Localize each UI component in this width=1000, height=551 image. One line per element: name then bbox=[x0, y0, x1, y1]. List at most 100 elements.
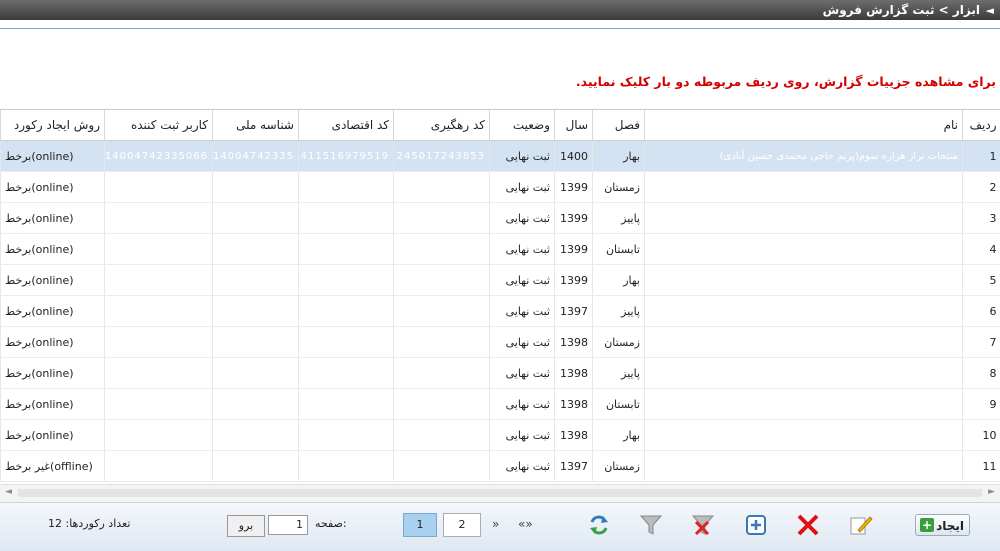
column-header-row-number[interactable]: ردیف bbox=[963, 110, 1000, 141]
cell-user bbox=[105, 327, 213, 358]
cell-national-id bbox=[213, 327, 299, 358]
cell-name bbox=[645, 265, 963, 296]
table-row[interactable]: 11زمستان1397ثبت نهایی(offline)غیر برخط bbox=[1, 451, 1000, 482]
cell-year: 1399 bbox=[555, 172, 593, 203]
cell-user bbox=[105, 389, 213, 420]
cell-year: 1398 bbox=[555, 389, 593, 420]
cell-status: ثبت نهایی bbox=[490, 327, 555, 358]
table-row[interactable]: 10بهار1398ثبت نهایی(online)برخط bbox=[1, 420, 1000, 451]
edit-icon[interactable] bbox=[848, 512, 874, 538]
add-icon[interactable] bbox=[743, 512, 769, 538]
cell-tracking-code: 245017243853 bbox=[394, 141, 490, 172]
scroll-thumb[interactable] bbox=[18, 489, 982, 497]
cell-national-id bbox=[213, 296, 299, 327]
cell-user bbox=[105, 172, 213, 203]
table-row[interactable]: 8پاییز1398ثبت نهایی(online)برخط bbox=[1, 358, 1000, 389]
cell-season: تابستان bbox=[593, 389, 645, 420]
cell-status: ثبت نهایی bbox=[490, 203, 555, 234]
cell-user: 14004742335066 bbox=[105, 141, 213, 172]
cell-status: ثبت نهایی bbox=[490, 141, 555, 172]
cell-tracking-code bbox=[394, 203, 490, 234]
prev-page-icon[interactable]: » bbox=[492, 517, 499, 531]
page-number-input[interactable]: 1 bbox=[268, 515, 308, 535]
cell-status: ثبت نهایی bbox=[490, 451, 555, 482]
scroll-right-icon[interactable]: ► bbox=[988, 487, 995, 497]
cell-creation-method: (online)برخط bbox=[1, 172, 105, 203]
cell-national-id bbox=[213, 451, 299, 482]
cell-year: 1397 bbox=[555, 296, 593, 327]
cell-user bbox=[105, 358, 213, 389]
cell-row-number: 3 bbox=[963, 203, 1000, 234]
page-title: ابزار > ثبت گزارش فروش bbox=[823, 3, 980, 17]
column-header-user[interactable]: کاربر ثبت کننده bbox=[105, 110, 213, 141]
cell-season: پاییز bbox=[593, 296, 645, 327]
cell-row-number: 10 bbox=[963, 420, 1000, 451]
column-header-tracking-code[interactable]: کد رهگیری bbox=[394, 110, 490, 141]
cell-year: 1399 bbox=[555, 203, 593, 234]
cell-row-number: 7 bbox=[963, 327, 1000, 358]
create-button[interactable]: ایجاد + bbox=[915, 514, 970, 536]
cell-name bbox=[645, 234, 963, 265]
column-header-status[interactable]: وضعیت bbox=[490, 110, 555, 141]
cell-national-id bbox=[213, 234, 299, 265]
cell-national-id bbox=[213, 203, 299, 234]
cell-national-id: 14004742335 bbox=[213, 141, 299, 172]
cell-season: بهار bbox=[593, 141, 645, 172]
cell-name bbox=[645, 420, 963, 451]
table-row[interactable]: 9تابستان1398ثبت نهایی(online)برخط bbox=[1, 389, 1000, 420]
column-header-national-id[interactable]: شناسه ملی bbox=[213, 110, 299, 141]
column-header-year[interactable]: سال bbox=[555, 110, 593, 141]
create-button-label: ایجاد bbox=[936, 519, 964, 533]
table-header-row: ردیف نام فصل سال وضعیت کد رهگیری کد اقتص… bbox=[1, 110, 1000, 141]
cell-economic-code bbox=[299, 265, 394, 296]
column-header-season[interactable]: فصل bbox=[593, 110, 645, 141]
cell-user bbox=[105, 203, 213, 234]
cell-user bbox=[105, 296, 213, 327]
table-row[interactable]: 2زمستان1399ثبت نهایی(online)برخط bbox=[1, 172, 1000, 203]
cell-tracking-code bbox=[394, 172, 490, 203]
cell-economic-code bbox=[299, 420, 394, 451]
cell-creation-method: (online)برخط bbox=[1, 358, 105, 389]
cell-name bbox=[645, 389, 963, 420]
cell-year: 1398 bbox=[555, 358, 593, 389]
first-page-icon[interactable]: «» bbox=[518, 517, 533, 531]
horizontal-scrollbar[interactable]: ◄ ► bbox=[0, 484, 1000, 502]
clear-filter-icon[interactable] bbox=[690, 512, 716, 538]
table-row[interactable]: 1منتجات تراز هزاره سوم(پرنم حاجی محمدی ح… bbox=[1, 141, 1000, 172]
cell-creation-method: (online)برخط bbox=[1, 296, 105, 327]
cell-name: منتجات تراز هزاره سوم(پرنم حاجی محمدی حس… bbox=[645, 141, 963, 172]
cell-creation-method: (online)برخط bbox=[1, 327, 105, 358]
table-row[interactable]: 4تابستان1399ثبت نهایی(online)برخط bbox=[1, 234, 1000, 265]
go-button[interactable]: برو bbox=[227, 515, 265, 537]
back-arrow-icon[interactable]: ◄ bbox=[986, 4, 994, 17]
cell-economic-code bbox=[299, 327, 394, 358]
cell-tracking-code bbox=[394, 358, 490, 389]
table-row[interactable]: 3پاییز1399ثبت نهایی(online)برخط bbox=[1, 203, 1000, 234]
records-table: ردیف نام فصل سال وضعیت کد رهگیری کد اقتص… bbox=[0, 110, 1000, 482]
cell-name bbox=[645, 172, 963, 203]
column-header-economic-code[interactable]: کد اقتصادی bbox=[299, 110, 394, 141]
cell-tracking-code bbox=[394, 420, 490, 451]
cell-row-number: 5 bbox=[963, 265, 1000, 296]
cell-year: 1399 bbox=[555, 265, 593, 296]
column-header-creation-method[interactable]: روش ایجاد رکورد bbox=[1, 110, 105, 141]
cell-name bbox=[645, 203, 963, 234]
cell-name bbox=[645, 358, 963, 389]
cell-economic-code bbox=[299, 172, 394, 203]
table-row[interactable]: 7زمستان1398ثبت نهایی(online)برخط bbox=[1, 327, 1000, 358]
scroll-left-icon[interactable]: ◄ bbox=[5, 487, 12, 497]
cell-status: ثبت نهایی bbox=[490, 420, 555, 451]
cell-year: 1398 bbox=[555, 420, 593, 451]
delete-icon[interactable] bbox=[795, 512, 821, 538]
page-button-2[interactable]: 2 bbox=[443, 513, 481, 537]
table-row[interactable]: 5بهار1399ثبت نهایی(online)برخط bbox=[1, 265, 1000, 296]
refresh-icon[interactable] bbox=[586, 512, 612, 538]
page-button-1[interactable]: 1 bbox=[403, 513, 437, 537]
cell-national-id bbox=[213, 265, 299, 296]
cell-season: زمستان bbox=[593, 451, 645, 482]
table-row[interactable]: 6پاییز1397ثبت نهایی(online)برخط bbox=[1, 296, 1000, 327]
cell-economic-code bbox=[299, 358, 394, 389]
filter-icon[interactable] bbox=[638, 512, 664, 538]
column-header-name[interactable]: نام bbox=[645, 110, 963, 141]
cell-tracking-code bbox=[394, 296, 490, 327]
